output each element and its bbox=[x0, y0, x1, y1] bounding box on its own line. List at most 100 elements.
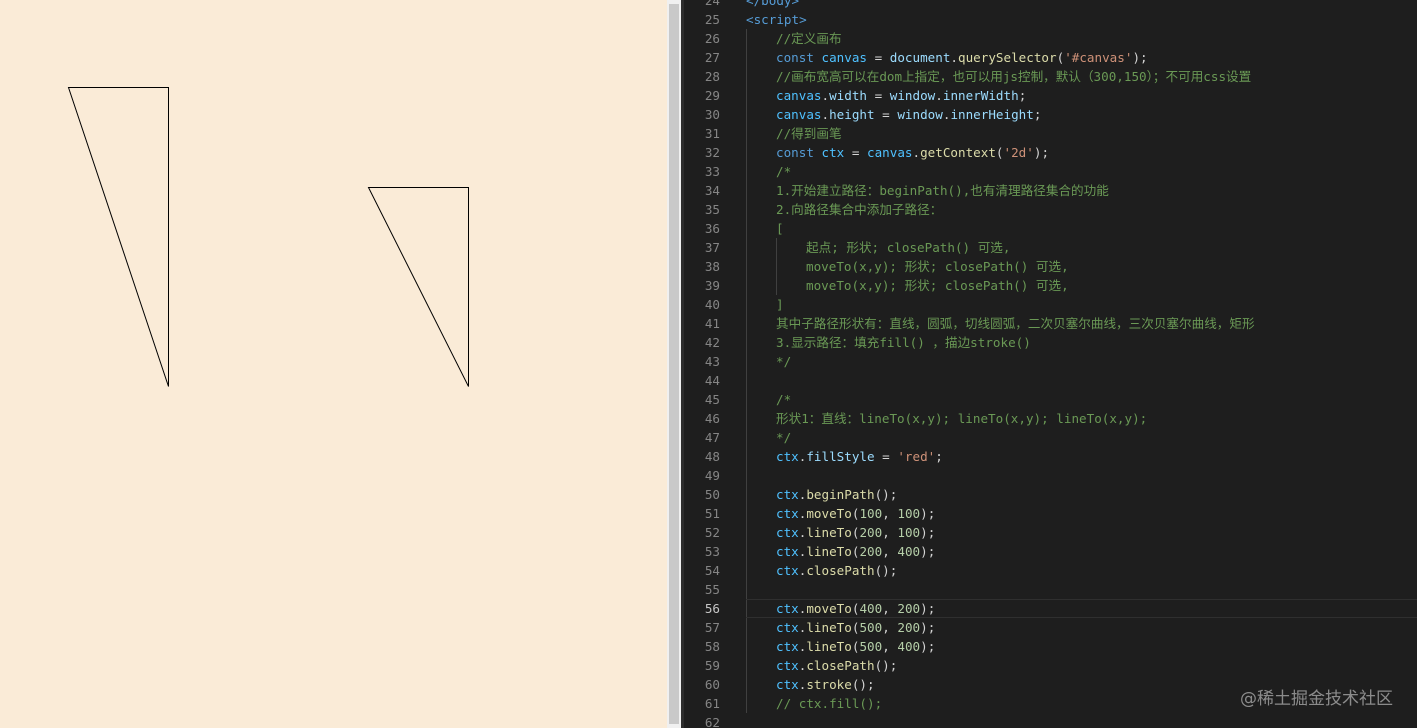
code-line[interactable]: 52 ctx.lineTo(200, 100); bbox=[684, 523, 1417, 542]
code-token: document bbox=[889, 50, 951, 65]
code-token: . bbox=[912, 145, 921, 160]
code-token: //定义画布 bbox=[776, 31, 842, 46]
code-line[interactable]: 25 <script> bbox=[684, 10, 1417, 29]
code-token: 起点; 形状; closePath() 可选, bbox=[806, 240, 1011, 255]
code-token: ( bbox=[995, 145, 1004, 160]
indent-guide bbox=[746, 86, 747, 105]
indent-guide bbox=[746, 314, 747, 333]
preview-scrollbar-thumb[interactable] bbox=[669, 4, 679, 724]
code-line[interactable]: 58 ctx.lineTo(500, 400); bbox=[684, 637, 1417, 656]
code-line[interactable]: 38 moveTo(x,y); 形状; closePath() 可选, bbox=[684, 257, 1417, 276]
code-token: ctx bbox=[776, 601, 799, 616]
indent-guide bbox=[746, 694, 747, 713]
code-line[interactable]: 59 ctx.closePath(); bbox=[684, 656, 1417, 675]
code-line[interactable]: 36 [ bbox=[684, 219, 1417, 238]
code-token: // ctx.fill(); bbox=[776, 696, 883, 711]
line-number: 33 bbox=[704, 164, 720, 179]
code-text: //画布宽高可以在dom上指定，也可以用js控制，默认（300,150）；不可用… bbox=[776, 67, 1251, 86]
code-line[interactable]: 50 ctx.beginPath(); bbox=[684, 485, 1417, 504]
code-line[interactable]: 56 ctx.moveTo(400, 200); bbox=[684, 599, 1417, 618]
code-line[interactable]: 57 ctx.lineTo(500, 200); bbox=[684, 618, 1417, 637]
code-line[interactable]: 53 ctx.lineTo(200, 400); bbox=[684, 542, 1417, 561]
code-text: ] bbox=[776, 295, 784, 314]
code-token: ctx bbox=[776, 449, 799, 464]
line-number: 36 bbox=[704, 221, 720, 236]
code-line[interactable]: 37 起点; 形状; closePath() 可选, bbox=[684, 238, 1417, 257]
code-line[interactable]: 46 形状1：直线：lineTo(x,y); lineTo(x,y); lineT… bbox=[684, 409, 1417, 428]
watermark: @稀土掘金技术社区 bbox=[1240, 689, 1393, 709]
line-number: 43 bbox=[704, 354, 720, 369]
code-token: ); bbox=[920, 620, 936, 635]
code-line[interactable]: 31 //得到画笔 bbox=[684, 124, 1417, 143]
code-line[interactable]: 51 ctx.moveTo(100, 100); bbox=[684, 504, 1417, 523]
line-number: 31 bbox=[704, 126, 720, 141]
code-token: ); bbox=[920, 544, 936, 559]
code-text: ctx.lineTo(200, 100); bbox=[776, 523, 935, 542]
code-line[interactable]: 47 */ bbox=[684, 428, 1417, 447]
indent-guide bbox=[746, 466, 747, 485]
code-line[interactable]: 49 bbox=[684, 466, 1417, 485]
code-text: ctx.closePath(); bbox=[776, 561, 897, 580]
code-token: ; bbox=[1018, 88, 1027, 103]
line-number: 46 bbox=[704, 411, 720, 426]
indent-guide bbox=[746, 485, 747, 504]
code-text: canvas.height = window.innerHeight; bbox=[776, 105, 1041, 124]
line-number: 26 bbox=[704, 31, 720, 46]
line-number: 59 bbox=[704, 658, 720, 673]
code-token: . bbox=[935, 88, 943, 103]
code-line[interactable]: 44 bbox=[684, 371, 1417, 390]
code-token: 2.向路径集合中添加子路径： bbox=[776, 202, 943, 217]
code-line[interactable]: 32 const ctx = canvas.getContext('2d'); bbox=[684, 143, 1417, 162]
code-line[interactable]: 24 </body> bbox=[684, 0, 1417, 10]
code-line[interactable]: 28 //画布宽高可以在dom上指定，也可以用js控制，默认（300,150）；不… bbox=[684, 67, 1417, 86]
line-number: 44 bbox=[704, 373, 720, 388]
code-text: ctx.moveTo(100, 100); bbox=[776, 504, 935, 523]
code-token: 100 bbox=[897, 525, 921, 540]
code-line[interactable]: 55 bbox=[684, 580, 1417, 599]
code-line[interactable]: 62 bbox=[684, 713, 1417, 728]
line-number: 54 bbox=[704, 563, 720, 578]
code-text: 其中子路径形状有：直线，圆弧，切线圆弧，二次贝塞尔曲线，三次贝塞尔曲线，矩形 bbox=[776, 314, 1255, 333]
code-line[interactable]: 43 */ bbox=[684, 352, 1417, 371]
code-line[interactable]: 30 canvas.height = window.innerHeight; bbox=[684, 105, 1417, 124]
code-text: ctx.moveTo(400, 200); bbox=[776, 599, 935, 618]
code-line[interactable]: 35 2.向路径集合中添加子路径： bbox=[684, 200, 1417, 219]
code-line[interactable]: 48 ctx.fillStyle = 'red'; bbox=[684, 447, 1417, 466]
code-token: ctx bbox=[776, 620, 799, 635]
code-token: stroke bbox=[806, 677, 852, 692]
code-line[interactable]: 29 canvas.width = window.innerWidth; bbox=[684, 86, 1417, 105]
code-text: ctx.lineTo(500, 400); bbox=[776, 637, 935, 656]
code-token: ctx bbox=[776, 506, 799, 521]
line-number: 39 bbox=[704, 278, 720, 293]
code-line[interactable]: 45 /* bbox=[684, 390, 1417, 409]
indent-guide bbox=[746, 143, 747, 162]
code-token: ; bbox=[935, 449, 943, 464]
code-text: 形状1：直线：lineTo(x,y); lineTo(x,y); lineTo(… bbox=[776, 409, 1147, 428]
code-line[interactable]: 27 const canvas = document.querySelector(… bbox=[684, 48, 1417, 67]
code-token: ; bbox=[1033, 107, 1042, 122]
code-editor[interactable]: 24 </body> 25 <script> 26 //定义画布 27 const canva… bbox=[684, 0, 1417, 728]
code-token: ctx bbox=[776, 658, 799, 673]
code-line[interactable]: 26 //定义画布 bbox=[684, 29, 1417, 48]
indent-guide bbox=[776, 276, 777, 295]
line-number: 58 bbox=[704, 639, 720, 654]
code-line[interactable]: 40] bbox=[684, 295, 1417, 314]
code-text: canvas.width = window.innerWidth; bbox=[776, 86, 1026, 105]
indent-guide bbox=[746, 124, 747, 143]
code-token: . bbox=[821, 107, 830, 122]
code-line[interactable]: 54 ctx.closePath(); bbox=[684, 561, 1417, 580]
code-token: //画布宽高可以在dom上指定，也可以用js控制，默认（300,150）；不可用… bbox=[776, 69, 1252, 84]
code-token: 1.开始建立路径：beginPath(),也有清理路径集合的功能 bbox=[776, 183, 1109, 198]
code-line[interactable]: 34 1.开始建立路径：beginPath(),也有清理路径集合的功能 bbox=[684, 181, 1417, 200]
code-line[interactable]: 42 3.显示路径：填充fill() ，描边stroke() bbox=[684, 333, 1417, 352]
code-line[interactable]: 41 其中子路径形状有：直线，圆弧，切线圆弧，二次贝塞尔曲线，三次贝塞尔曲线，矩形 bbox=[684, 314, 1417, 333]
code-token: = bbox=[867, 50, 890, 65]
code-line[interactable]: 33 /* bbox=[684, 162, 1417, 181]
code-token: /* bbox=[776, 392, 792, 407]
code-token: closePath bbox=[806, 658, 875, 673]
line-number: 60 bbox=[704, 677, 720, 692]
code-token: ctx bbox=[776, 639, 799, 654]
code-token: = bbox=[844, 145, 867, 160]
line-number: 30 bbox=[704, 107, 720, 122]
code-line[interactable]: 39 moveTo(x,y); 形状; closePath() 可选, bbox=[684, 276, 1417, 295]
